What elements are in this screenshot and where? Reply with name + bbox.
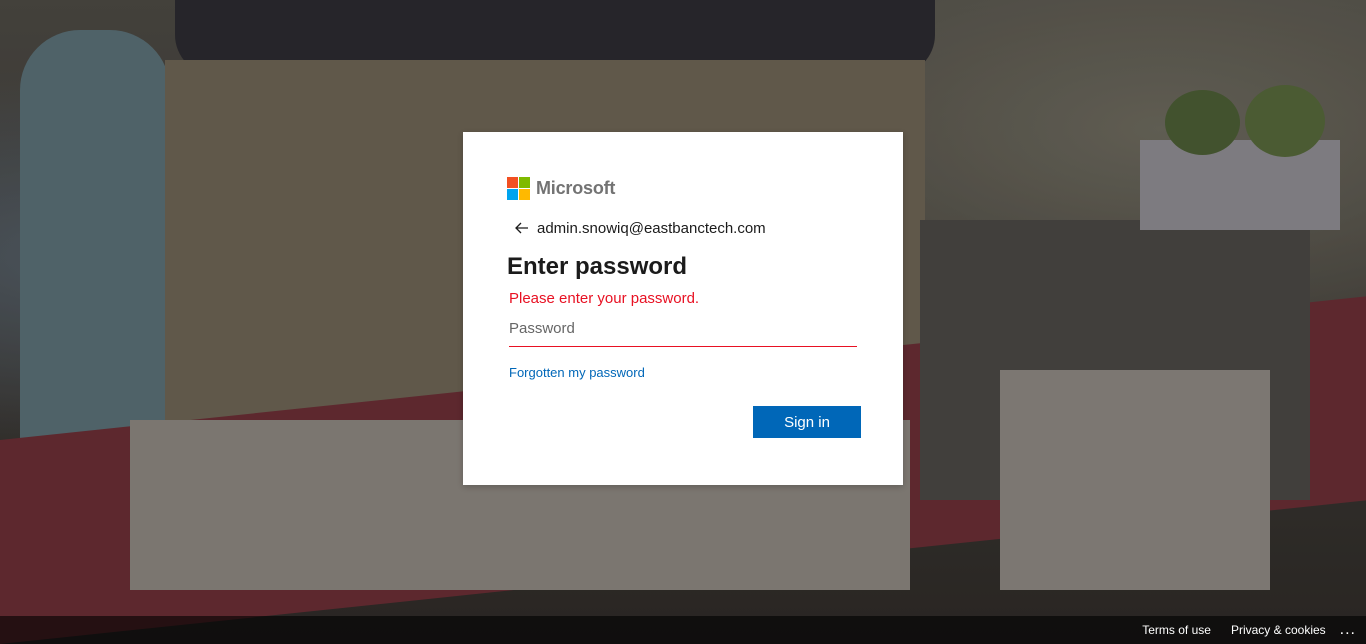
page-title: Enter password [507,253,688,280]
error-message: Please enter your password. [509,290,700,307]
signin-card: Microsoft admin.snowiq@eastbanctech.com … [463,132,903,485]
microsoft-logo: Microsoft [507,176,859,200]
actions: Sign in [507,406,861,438]
more-options-icon[interactable]: ... [1340,622,1356,638]
privacy-link[interactable]: Privacy & cookies [1231,623,1326,637]
terms-link[interactable]: Terms of use [1142,623,1211,637]
microsoft-logo-icon [507,176,530,200]
footer: Terms of use Privacy & cookies ... [0,616,1366,644]
password-input[interactable] [509,311,857,347]
account-identity: admin.snowiq@eastbanctech.com [507,216,859,240]
sign-in-button[interactable]: Sign in [753,406,861,438]
arrow-left-icon[interactable] [511,218,533,238]
account-email: admin.snowiq@eastbanctech.com [537,219,766,237]
forgot-password-link[interactable]: Forgotten my password [509,365,645,380]
logo-text: Microsoft [536,177,616,198]
